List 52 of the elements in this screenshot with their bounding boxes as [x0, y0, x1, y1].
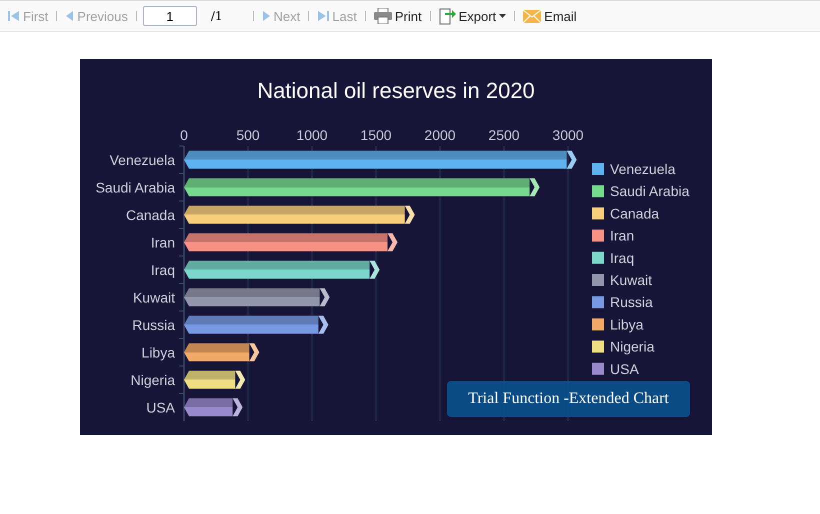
legend-label[interactable]: Libya: [610, 316, 644, 332]
category-label: Kuwait: [132, 289, 175, 306]
chart-title: National oil reserves in 2020: [257, 78, 535, 103]
category-label: Nigeria: [130, 372, 175, 388]
axis-tick-label: 2500: [488, 127, 520, 143]
category-label: Canada: [126, 206, 175, 223]
bar-end-cap: [530, 178, 540, 196]
bar-end-cap: [249, 343, 260, 362]
bar-end-cap: [404, 206, 415, 224]
page-number-field[interactable]: 1: [142, 6, 197, 26]
previous-page-icon: [65, 10, 74, 22]
legend-label[interactable]: Iran: [610, 228, 634, 244]
category-label: Saudi Arabia: [96, 179, 175, 196]
category-label: Iraq: [150, 262, 175, 278]
printer-icon: [374, 8, 392, 24]
category-label: Iran: [150, 234, 175, 250]
category-label: Russia: [132, 316, 175, 333]
category-label: USA: [146, 399, 175, 416]
category-label: Libya: [142, 344, 175, 360]
bar-end-cap: [235, 370, 246, 389]
envelope-icon: [523, 10, 542, 22]
legend-label[interactable]: Canada: [610, 205, 660, 222]
legend-label[interactable]: Kuwait: [610, 272, 652, 288]
bar-end-cap: [566, 150, 577, 169]
legend-label[interactable]: Russia: [610, 294, 653, 310]
axis-tick-label: 1000: [296, 127, 328, 143]
first-page-icon: [8, 10, 20, 22]
last-page-icon: [317, 10, 330, 22]
bar-end-cap: [232, 398, 243, 416]
export-button[interactable]: Export: [434, 7, 510, 25]
category-label: Venezuela: [110, 152, 175, 168]
axis-tick-label: 2000: [424, 127, 456, 143]
legend-label[interactable]: Venezuela: [610, 161, 676, 177]
caret-icon: [499, 14, 506, 18]
axis-tick-label: 1500: [360, 127, 392, 143]
legend-label[interactable]: Nigeria: [610, 338, 654, 355]
axis-tick-label: 3000: [552, 127, 584, 143]
next-page-icon: [262, 10, 271, 22]
bar-end-cap: [370, 260, 380, 279]
bar-end-cap: [318, 316, 328, 334]
legend-label[interactable]: USA: [610, 360, 639, 377]
print-button[interactable]: Print: [370, 8, 426, 24]
bar-end-cap: [388, 233, 398, 252]
legend-label[interactable]: Saudi Arabia: [610, 183, 690, 200]
bar-end-cap: [320, 288, 330, 306]
trial-badge: Trial Function -Extended Chart: [447, 381, 690, 417]
export-document-icon: [438, 7, 456, 25]
legend-label[interactable]: Iraq: [610, 250, 634, 266]
axis-tick-label: 500: [236, 127, 260, 143]
page-total: /1: [210, 9, 223, 23]
axis-tick-label: 0: [180, 127, 188, 143]
email-button[interactable]: Email: [519, 8, 581, 24]
